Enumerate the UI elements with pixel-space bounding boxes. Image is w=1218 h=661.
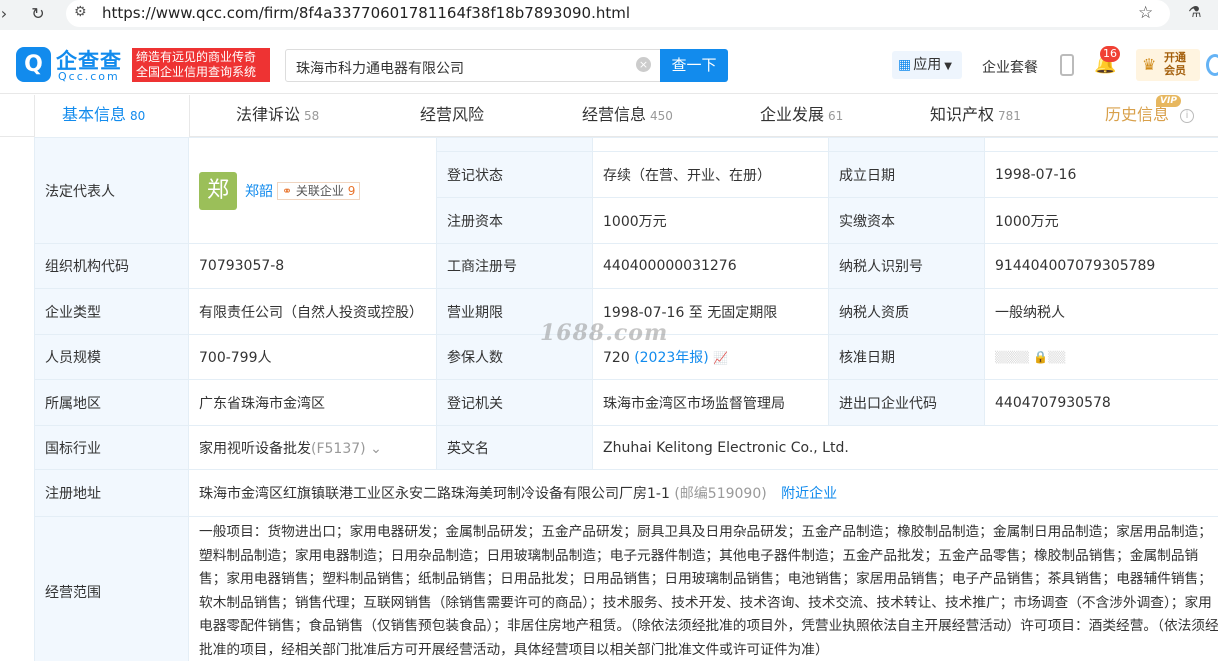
taxpayer-id-value: 914404007079305789 xyxy=(984,243,1218,289)
legal-rep-label: 法定代表人 xyxy=(34,137,189,244)
notification-badge: 16 xyxy=(1100,46,1120,62)
grid-icon: ▦ xyxy=(898,57,912,73)
company-type-value: 有限责任公司（自然人投资或控股） xyxy=(188,288,437,335)
vip-crown-icon: ♛ xyxy=(1142,55,1157,74)
watermark: 1688.com xyxy=(540,320,669,346)
assistant-icon[interactable] xyxy=(1206,54,1218,76)
mobile-app-icon[interactable] xyxy=(1060,54,1074,76)
est-date-label: 成立日期 xyxy=(828,151,985,198)
basic-info-table: 法定代表人 郑郑韶 ⚭ 关联企业 9 登记状态 存续（在营、开业、在册） 成立日期… xyxy=(34,137,1218,661)
logo-icon[interactable]: Q xyxy=(16,47,51,82)
avatar[interactable]: 郑 xyxy=(199,171,237,210)
address-value: 珠海市金湾区红旗镇联港工业区永安二路珠海美珂制冷设备有限公司厂房1-1 xyxy=(199,486,670,502)
scope-value: 一般项目：货物进出口；家用电器研发；金属制品研发；五金产品研发；厨具卫具及日用杂… xyxy=(188,516,1218,661)
taxpayer-id-label: 纳税人识别号 xyxy=(828,243,985,289)
paid-capital-label: 实缴资本 xyxy=(828,197,985,244)
reg-capital-label: 注册资本 xyxy=(436,197,593,244)
address-label: 注册地址 xyxy=(34,469,189,517)
nearby-companies-link[interactable]: 附近企业 xyxy=(781,486,837,502)
taxpayer-qual-label: 纳税人资质 xyxy=(828,288,985,335)
logo-domain: Qcc.com xyxy=(58,70,120,83)
search-button[interactable]: 查一下 xyxy=(660,49,728,82)
tab-operating-risk[interactable]: 经营风险 xyxy=(420,95,484,137)
tab-litigation[interactable]: 法律诉讼 58 xyxy=(236,95,319,137)
chart-icon[interactable]: 📈 xyxy=(713,351,728,365)
apps-button[interactable]: ▦ 应用 ▼ xyxy=(892,51,962,79)
import-export-value: 4404707930578 xyxy=(984,379,1218,426)
reg-authority-label: 登记机关 xyxy=(436,379,593,426)
paid-capital-value: 1000万元 xyxy=(984,197,1218,244)
bookmark-star-icon[interactable]: ☆ xyxy=(1138,3,1153,23)
scope-label: 经营范围 xyxy=(34,516,189,661)
lock-icon[interactable]: 🔒 xyxy=(1033,350,1048,364)
staff-size-label: 人员规模 xyxy=(34,334,189,380)
enterprise-package-link[interactable]: 企业套餐 xyxy=(982,57,1038,77)
extension-icon[interactable]: ⚗ xyxy=(1188,3,1201,21)
industry-cell[interactable]: 家用视听设备批发(F5137) ⌄ xyxy=(188,425,437,470)
staff-size-value: 700-799人 xyxy=(188,334,437,380)
insured-report-link[interactable]: (2023年报) xyxy=(634,350,709,366)
tab-operating-info[interactable]: 经营信息 450 xyxy=(582,95,673,137)
search-input[interactable]: 珠海市科力通电器有限公司 xyxy=(285,49,661,82)
taxpayer-qual-value: 一般纳税人 xyxy=(984,288,1218,335)
reg-authority-value: 珠海市金湾区市场监督管理局 xyxy=(592,379,829,426)
vip-line-2: 会员 xyxy=(1164,64,1186,77)
site-settings-icon[interactable]: ⚙ xyxy=(74,4,87,20)
industry-label: 国标行业 xyxy=(34,425,189,470)
browser-toolbar: › ↻ ⚙ https://www.qcc.com/firm/8f4a33770… xyxy=(0,0,1218,30)
reload-icon[interactable]: ↻ xyxy=(28,4,48,24)
site-header: Q 企查查 Qcc.com 缔造有远见的商业传奇 全国企业信用查询系统 珠海市科… xyxy=(0,30,1218,94)
chevron-down-icon: ▼ xyxy=(944,61,952,72)
tab-ip[interactable]: 知识产权 781 xyxy=(930,95,1021,137)
english-name-label: 英文名 xyxy=(436,425,593,470)
import-export-label: 进出口企业代码 xyxy=(828,379,985,426)
related-companies-tag[interactable]: ⚭ 关联企业 9 xyxy=(277,181,361,200)
slogan-line-2: 全国企业信用查询系统 xyxy=(136,65,257,79)
company-type-label: 企业类型 xyxy=(34,288,189,335)
legal-rep-cell: 郑郑韶 ⚭ 关联企业 9 xyxy=(188,137,437,244)
network-icon: ⚭ xyxy=(282,183,293,198)
org-code-value: 70793057-8 xyxy=(188,243,437,289)
reg-status-label: 登记状态 xyxy=(436,151,593,198)
tab-basic-info[interactable]: 基本信息 80 xyxy=(62,95,145,137)
vip-upgrade-button[interactable]: ♛ 开通 会员 xyxy=(1136,49,1200,81)
tab-development[interactable]: 企业发展 61 xyxy=(760,95,843,137)
region-value: 广东省珠海市金湾区 xyxy=(188,379,437,426)
address-bar[interactable]: ⚙ https://www.qcc.com/firm/8f4a337706017… xyxy=(66,0,1170,27)
apps-label: 应用 xyxy=(913,57,942,73)
insured-count: 720 xyxy=(603,350,630,366)
info-icon[interactable]: i xyxy=(1180,109,1194,123)
slogan-line-1: 缔造有远见的商业传奇 xyxy=(136,50,257,64)
url-text[interactable]: https://www.qcc.com/firm/8f4a33770601781… xyxy=(102,4,630,22)
legal-rep-name[interactable]: 郑韶 xyxy=(245,184,273,200)
forward-icon[interactable]: › xyxy=(0,4,14,24)
vip-line-1: 开通 xyxy=(1164,51,1186,64)
reg-status-value: 存续（在营、开业、在册） xyxy=(592,151,829,198)
english-name-value: Zhuhai Kelitong Electronic Co., Ltd. xyxy=(592,425,1218,470)
clear-icon[interactable]: × xyxy=(636,57,651,72)
postcode: (邮编519090) xyxy=(674,486,767,502)
reg-capital-value: 1000万元 xyxy=(592,197,829,244)
slogan-banner: 缔造有远见的商业传奇 全国企业信用查询系统 xyxy=(132,48,270,82)
blurred-value: ▒▒▒▒ xyxy=(995,351,1029,364)
industry-code: (F5137) xyxy=(311,440,366,457)
biz-reg-no-value: 440400000031276 xyxy=(592,243,829,289)
org-code-label: 组织机构代码 xyxy=(34,243,189,289)
biz-reg-no-label: 工商注册号 xyxy=(436,243,593,289)
vip-lock-tag[interactable]: ▒▒ xyxy=(1048,351,1065,364)
approval-date-label: 核准日期 xyxy=(828,334,985,380)
region-label: 所属地区 xyxy=(34,379,189,426)
vip-tag: VIP xyxy=(1156,95,1181,107)
chevron-down-icon[interactable]: ⌄ xyxy=(370,441,382,457)
industry-value: 家用视听设备批发 xyxy=(199,440,311,457)
est-date-value: 1998-07-16 xyxy=(984,151,1218,198)
